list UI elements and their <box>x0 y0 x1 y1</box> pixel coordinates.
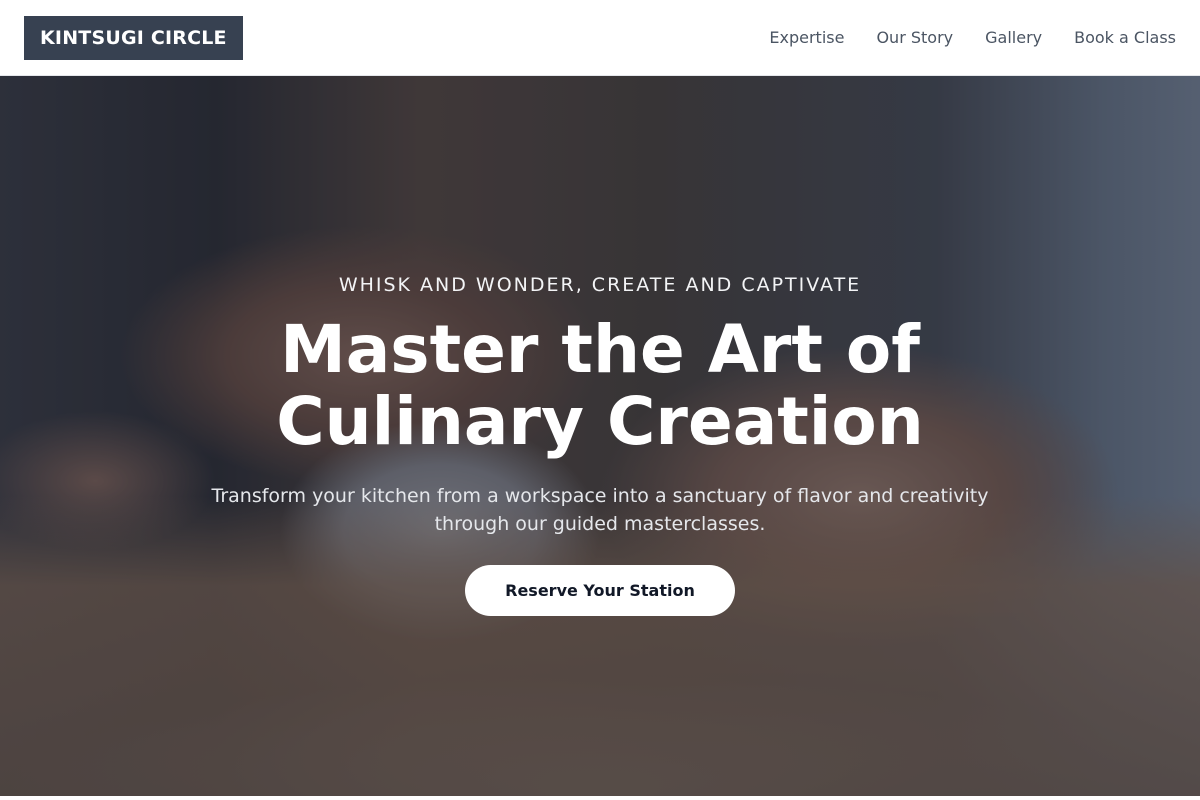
hero-content: WHISK AND WONDER, CREATE AND CAPTIVATE M… <box>0 76 1200 796</box>
hero-subtitle: Transform your kitchen from a workspace … <box>180 482 1020 538</box>
brand-logo[interactable]: KINTSUGI CIRCLE <box>24 15 243 60</box>
hero-headline-line-1: Master the Art of <box>280 311 920 388</box>
hero-headline-line-2: Culinary Creation <box>276 383 924 460</box>
hero-headline: Master the Art of Culinary Creation <box>0 314 1200 458</box>
nav-link-expertise[interactable]: Expertise <box>769 28 844 47</box>
nav-link-gallery[interactable]: Gallery <box>985 28 1042 47</box>
nav-link-our-story[interactable]: Our Story <box>876 28 953 47</box>
main-nav: Expertise Our Story Gallery Book a Class <box>769 28 1176 47</box>
hero-eyebrow: WHISK AND WONDER, CREATE AND CAPTIVATE <box>338 274 862 296</box>
hero-subtitle-line-1: Transform your kitchen from a workspace … <box>211 485 989 507</box>
hero-subtitle-line-2: through our guided masterclasses. <box>434 513 766 535</box>
site-header: KINTSUGI CIRCLE Expertise Our Story Gall… <box>0 0 1200 76</box>
nav-link-book-a-class[interactable]: Book a Class <box>1074 28 1176 47</box>
reserve-station-button[interactable]: Reserve Your Station <box>465 565 735 616</box>
